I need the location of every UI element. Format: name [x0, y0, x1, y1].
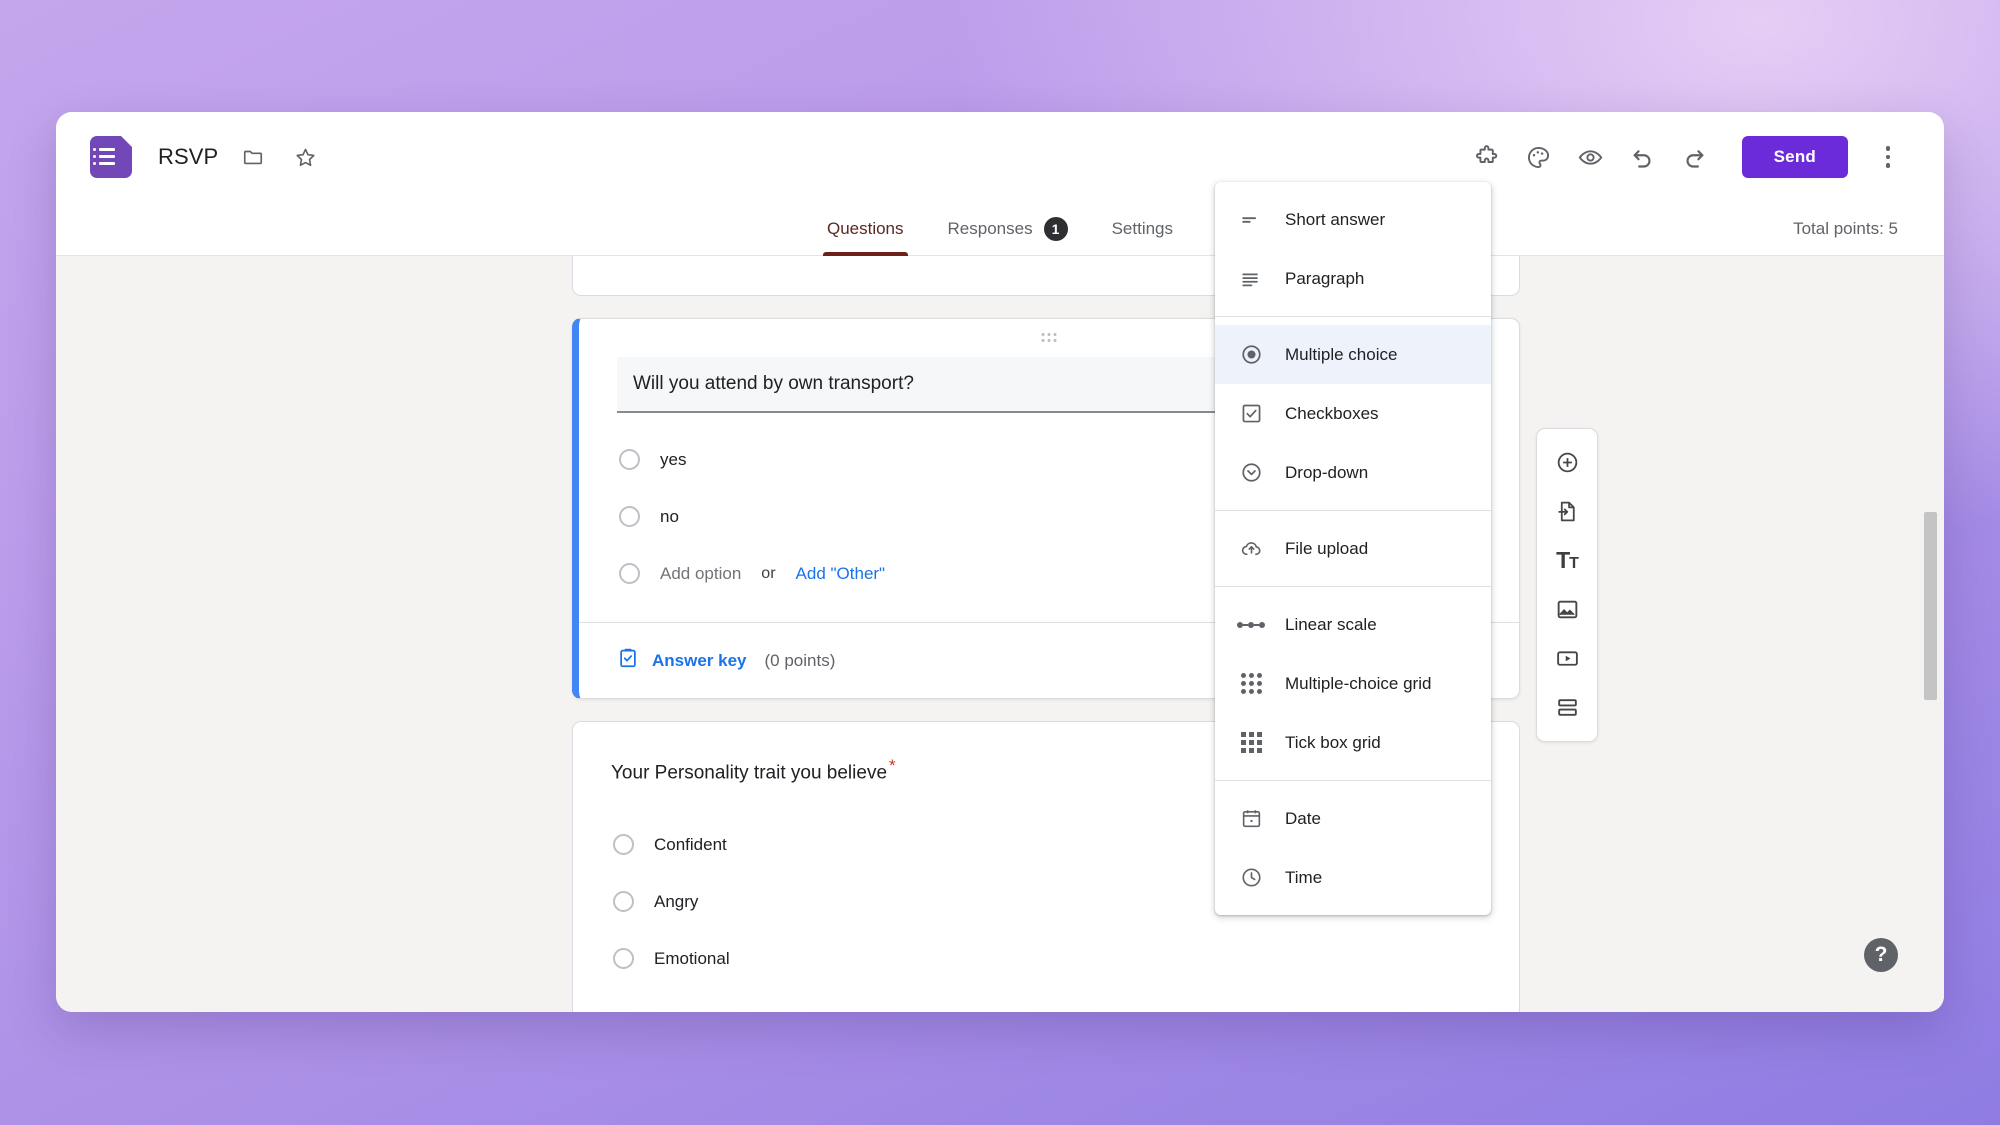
- menu-item-label: Multiple choice: [1285, 344, 1398, 364]
- or-label: or: [761, 564, 776, 582]
- required-marker: *: [889, 756, 896, 775]
- kebab-more-icon[interactable]: [1868, 135, 1908, 179]
- menu-item-label: Tick box grid: [1285, 732, 1381, 752]
- video-play-icon[interactable]: [1543, 634, 1591, 683]
- clipboard-check-icon: [617, 647, 639, 674]
- radio-icon[interactable]: [613, 948, 634, 970]
- menu-item-date[interactable]: Date: [1215, 789, 1491, 848]
- option-label: Confident: [654, 834, 727, 854]
- radio-icon[interactable]: [613, 834, 634, 856]
- points-label: (0 points): [764, 650, 836, 670]
- redo-icon[interactable]: [1672, 134, 1718, 180]
- plus-circle-icon[interactable]: [1543, 438, 1591, 487]
- undo-icon[interactable]: [1620, 134, 1666, 180]
- help-question-icon[interactable]: ?: [1864, 938, 1898, 972]
- tab-settings-label: Settings: [1111, 218, 1174, 238]
- puzzle-piece-icon[interactable]: [1464, 134, 1510, 180]
- send-button[interactable]: Send: [1741, 136, 1848, 178]
- option-label[interactable]: yes: [660, 450, 686, 470]
- text-title-icon[interactable]: TT: [1543, 536, 1591, 585]
- answer-key-label: Answer key: [652, 650, 747, 670]
- total-points-label: Total points: 5: [1793, 218, 1898, 238]
- menu-item-file-upload[interactable]: File upload: [1215, 519, 1491, 578]
- section-split-icon[interactable]: [1543, 683, 1591, 732]
- tab-responses[interactable]: Responses 1: [926, 202, 1090, 256]
- chevron-down-circle-icon: [1239, 461, 1263, 485]
- palette-icon[interactable]: [1516, 134, 1562, 180]
- image-icon[interactable]: [1543, 585, 1591, 634]
- app-header: RSVP Send: [56, 112, 1944, 202]
- menu-item-label: File upload: [1285, 538, 1369, 558]
- dot-grid-icon: [1239, 672, 1263, 696]
- checkbox-icon: [1239, 402, 1263, 426]
- tab-questions[interactable]: Questions: [805, 202, 926, 256]
- option-row[interactable]: Emotional: [613, 930, 1483, 987]
- folder-move-icon[interactable]: [236, 140, 270, 174]
- menu-item-label: Drop-down: [1285, 462, 1369, 482]
- menu-item-multiple-choice[interactable]: Multiple choice: [1215, 325, 1491, 384]
- radio-icon[interactable]: [619, 449, 640, 470]
- short-answer-icon: [1239, 208, 1263, 232]
- vertical-scrollbar-track[interactable]: [1924, 408, 1937, 1000]
- header-actions: Send: [1464, 134, 1908, 180]
- menu-item-paragraph[interactable]: Paragraph: [1215, 249, 1491, 308]
- menu-item-label: Paragraph: [1285, 268, 1365, 288]
- linear-scale-icon: [1237, 613, 1265, 637]
- star-outline-icon[interactable]: [288, 140, 322, 174]
- question-title-text: Your Personality trait you believe: [611, 762, 888, 784]
- menu-item-label: Linear scale: [1285, 614, 1377, 634]
- tab-responses-label: Responses: [947, 218, 1033, 238]
- menu-separator: [1215, 780, 1491, 781]
- tab-bar: Questions Responses 1 Settings Total poi…: [56, 202, 1944, 256]
- eye-preview-icon[interactable]: [1568, 134, 1614, 180]
- square-grid-icon: [1239, 731, 1263, 755]
- menu-item-tick-box-grid[interactable]: Tick box grid: [1215, 713, 1491, 772]
- document-title[interactable]: RSVP: [158, 144, 218, 170]
- add-option-button[interactable]: Add option: [660, 564, 741, 584]
- option-label[interactable]: no: [660, 507, 679, 527]
- drag-handle-icon[interactable]: [1041, 333, 1057, 342]
- menu-item-drop-down[interactable]: Drop-down: [1215, 443, 1491, 502]
- menu-item-time[interactable]: Time: [1215, 848, 1491, 907]
- menu-item-linear-scale[interactable]: Linear scale: [1215, 595, 1491, 654]
- answer-key-button[interactable]: Answer key: [617, 647, 747, 674]
- menu-item-label: Checkboxes: [1285, 403, 1379, 423]
- cloud-upload-icon: [1239, 537, 1263, 561]
- clock-icon: [1239, 866, 1263, 890]
- vertical-scrollbar-thumb[interactable]: [1924, 512, 1937, 700]
- menu-item-label: Multiple-choice grid: [1285, 673, 1432, 693]
- responses-count-badge: 1: [1043, 216, 1068, 241]
- tab-settings[interactable]: Settings: [1090, 202, 1195, 256]
- import-file-icon[interactable]: [1543, 487, 1591, 536]
- add-other-button[interactable]: Add "Other": [796, 564, 886, 584]
- menu-separator: [1215, 586, 1491, 587]
- radio-icon: [619, 563, 640, 584]
- radio-selected-icon: [1239, 343, 1263, 367]
- menu-item-label: Time: [1285, 867, 1323, 887]
- menu-separator: [1215, 316, 1491, 317]
- menu-item-label: Date: [1285, 808, 1321, 828]
- add-item-toolbar: TT: [1536, 428, 1598, 742]
- menu-item-multiple-choice-grid[interactable]: Multiple-choice grid: [1215, 654, 1491, 713]
- radio-icon[interactable]: [619, 506, 640, 527]
- form-body-area: Will you attend by own transport? yes no…: [56, 256, 1944, 1012]
- menu-item-checkboxes[interactable]: Checkboxes: [1215, 384, 1491, 443]
- menu-item-label: Short answer: [1285, 209, 1386, 229]
- menu-separator: [1215, 510, 1491, 511]
- paragraph-icon: [1239, 267, 1263, 291]
- calendar-icon: [1239, 807, 1263, 831]
- question-type-dropdown-menu[interactable]: Short answer Paragraph Multiple choice C…: [1215, 182, 1491, 915]
- forms-app-window: RSVP Send Questions Responses 1 Settings…: [56, 112, 1944, 1012]
- option-label: Angry: [654, 891, 699, 911]
- menu-item-short-answer[interactable]: Short answer: [1215, 190, 1491, 249]
- radio-icon[interactable]: [613, 891, 634, 913]
- google-forms-icon: [90, 136, 132, 178]
- option-label: Emotional: [654, 948, 730, 968]
- tab-questions-label: Questions: [826, 218, 904, 238]
